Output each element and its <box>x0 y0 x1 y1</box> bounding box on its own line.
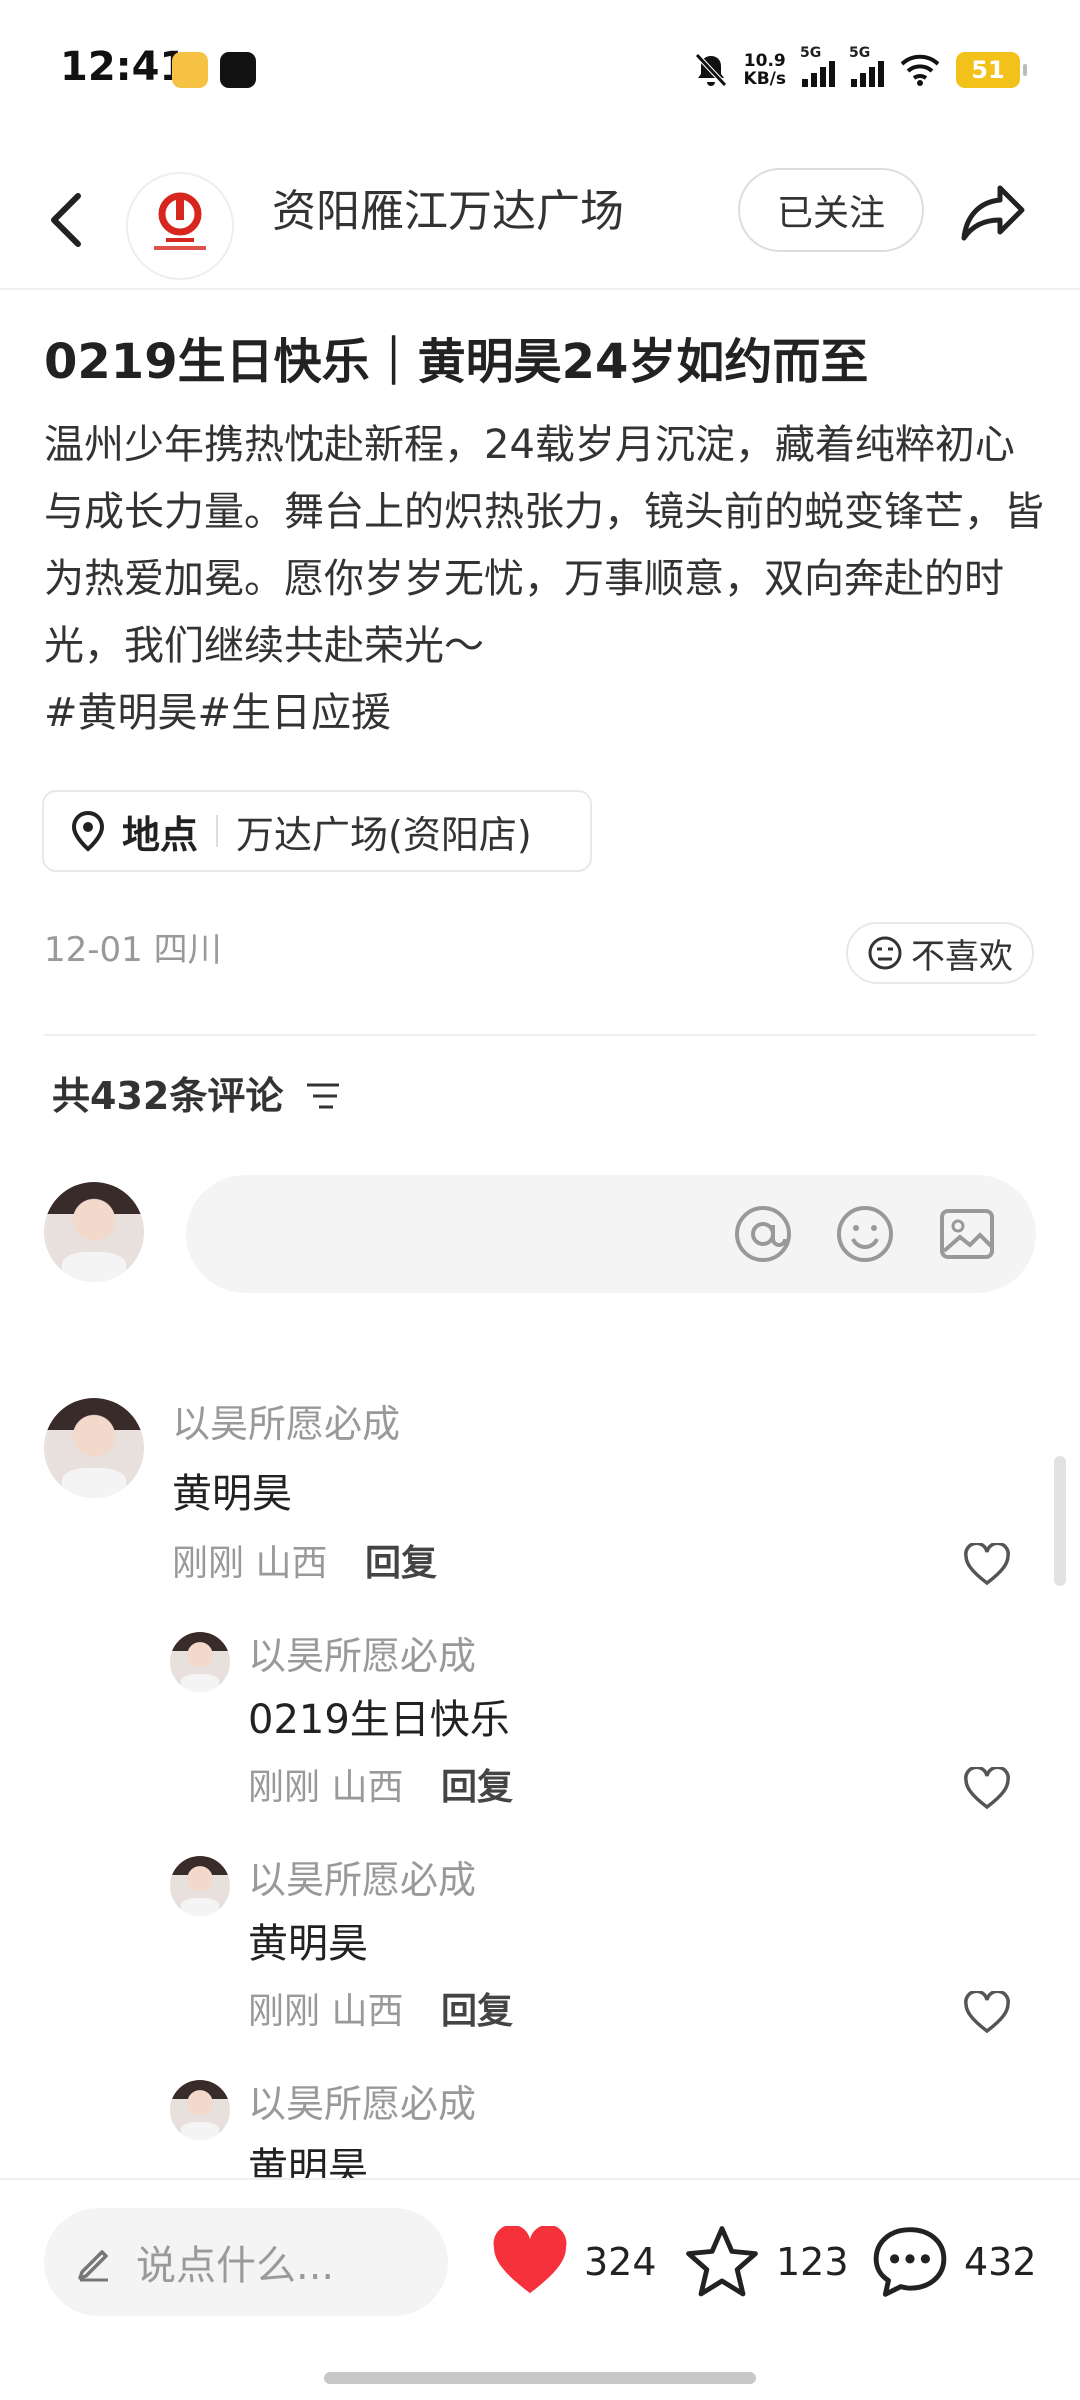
weibo-app-icon <box>172 52 208 88</box>
neutral-face-icon <box>868 936 902 970</box>
location-chip[interactable]: 地点 万达广场(资阳店) <box>42 790 592 872</box>
network-speed-value: 10.9 <box>743 51 786 71</box>
network-type-label: 5G <box>800 45 822 61</box>
comment-meta: 刚刚 山西 回复 <box>172 1538 437 1590</box>
reply-meta: 刚刚 山西 回复 <box>248 1986 513 2038</box>
reply-button[interactable]: 回复 <box>441 1767 513 1808</box>
reply-meta: 刚刚 山西 回复 <box>248 1762 513 1814</box>
comment-count-header: 共432条评论 <box>52 1068 343 1124</box>
reply-region: 山西 <box>331 1991 404 2032</box>
pencil-icon <box>78 2250 108 2282</box>
reply-text: 黄明昊 <box>248 1921 368 1967</box>
favorite-button[interactable]: 123 <box>682 2214 849 2310</box>
douyin-app-icon <box>220 52 256 88</box>
reply-avatar[interactable] <box>170 1856 230 1916</box>
like-count: 324 <box>584 2240 657 2284</box>
back-button[interactable] <box>36 180 96 260</box>
network-type-label: 5G <box>849 45 871 61</box>
favorite-count: 123 <box>776 2240 849 2284</box>
post-hashtags[interactable]: #黄明昊#生日应援 <box>44 690 391 736</box>
network-speed: 10.9 KB/s <box>744 52 786 88</box>
reply-username[interactable]: 以昊所愿必成 <box>248 2078 476 2130</box>
page-header: 资阳雁江万达广场 已关注 <box>0 150 1080 290</box>
mute-bell-icon <box>694 53 727 87</box>
compose-input[interactable]: 说点什么... <box>44 2208 448 2316</box>
wifi-icon <box>900 54 940 86</box>
heart-icon[interactable] <box>960 1538 1014 1592</box>
location-name: 万达广场(资阳店) <box>236 812 532 857</box>
status-time: 12:41 <box>60 44 188 90</box>
battery-icon: 51 <box>956 52 1027 88</box>
reply-avatar[interactable] <box>170 2080 230 2140</box>
dislike-button[interactable]: 不喜欢 <box>846 922 1034 984</box>
comment-count-label: 共432条评论 <box>52 1074 284 1118</box>
sort-icon[interactable] <box>303 1079 343 1113</box>
status-bar: 12:41 10.9 KB/s 5G 5G 51 <box>0 0 1080 140</box>
heart-filled-icon <box>493 2226 567 2294</box>
account-name[interactable]: 资阳雁江万达广场 <box>272 180 624 244</box>
status-indicators: 10.9 KB/s 5G 5G 51 <box>694 45 1027 92</box>
reply-username[interactable]: 以昊所愿必成 <box>248 1854 476 1906</box>
comment-region: 山西 <box>255 1543 328 1584</box>
reply-text: 0219生日快乐 <box>248 1697 510 1743</box>
post-body: 温州少年携热忱赴新程，24载岁月沉淀，藏着纯粹初心与成长力量。舞台上的炽热张力，… <box>44 412 1044 747</box>
section-divider <box>44 1034 1036 1036</box>
reply-username[interactable]: 以昊所愿必成 <box>248 1630 476 1682</box>
compose-placeholder: 说点什么... <box>136 2243 335 2289</box>
post-title: 0219生日快乐｜黄明昊24岁如约而至 <box>44 334 869 390</box>
comment-avatar[interactable] <box>44 1398 144 1498</box>
dislike-label: 不喜欢 <box>911 936 1013 977</box>
share-icon <box>961 185 1025 241</box>
location-pin-icon <box>71 810 105 852</box>
star-icon <box>686 2226 758 2297</box>
scrollbar-thumb[interactable] <box>1054 1456 1066 1586</box>
mention-icon[interactable] <box>732 1203 794 1265</box>
post-body-text: 温州少年携热忱赴新程，24载岁月沉淀，藏着纯粹初心与成长力量。舞台上的炽热张力，… <box>44 422 1044 669</box>
emoji-icon[interactable] <box>834 1203 896 1265</box>
reply-time: 刚刚 <box>248 1991 321 2032</box>
comment-bubble-icon <box>873 2227 947 2297</box>
reply-button[interactable]: 回复 <box>365 1543 437 1584</box>
heart-icon[interactable] <box>960 1986 1014 2040</box>
like-button[interactable]: 324 <box>490 2214 657 2310</box>
comment-text: 黄明昊 <box>172 1471 292 1517</box>
signal-icon: 5G <box>849 45 884 87</box>
reply-region: 山西 <box>331 1767 404 1808</box>
share-button[interactable] <box>952 170 1036 254</box>
bottom-action-bar: 说点什么... 324 123 432 <box>0 2178 1080 2400</box>
reply-button[interactable]: 回复 <box>441 1991 513 2032</box>
chevron-left-icon <box>51 193 81 247</box>
comment-count: 432 <box>964 2240 1037 2284</box>
comment-input[interactable] <box>186 1175 1036 1293</box>
comment-button[interactable]: 432 <box>870 2214 1037 2310</box>
current-user-avatar <box>44 1182 144 1282</box>
follow-button[interactable]: 已关注 <box>738 168 924 252</box>
signal-icon: 5G <box>800 45 835 87</box>
reply-time: 刚刚 <box>248 1767 321 1808</box>
comment-time: 刚刚 <box>172 1543 245 1584</box>
battery-level: 51 <box>971 56 1005 84</box>
network-speed-unit: KB/s <box>743 69 786 89</box>
wanda-logo-icon <box>154 192 206 250</box>
image-icon[interactable] <box>936 1203 998 1265</box>
account-avatar[interactable] <box>126 172 234 280</box>
location-divider <box>216 815 219 847</box>
heart-icon[interactable] <box>960 1762 1014 1816</box>
home-indicator[interactable] <box>324 2372 756 2384</box>
post-date-region: 12-01 四川 <box>44 930 222 970</box>
comment-username[interactable]: 以昊所愿必成 <box>172 1398 400 1450</box>
location-label: 地点 <box>122 812 199 857</box>
reply-avatar[interactable] <box>170 1632 230 1692</box>
